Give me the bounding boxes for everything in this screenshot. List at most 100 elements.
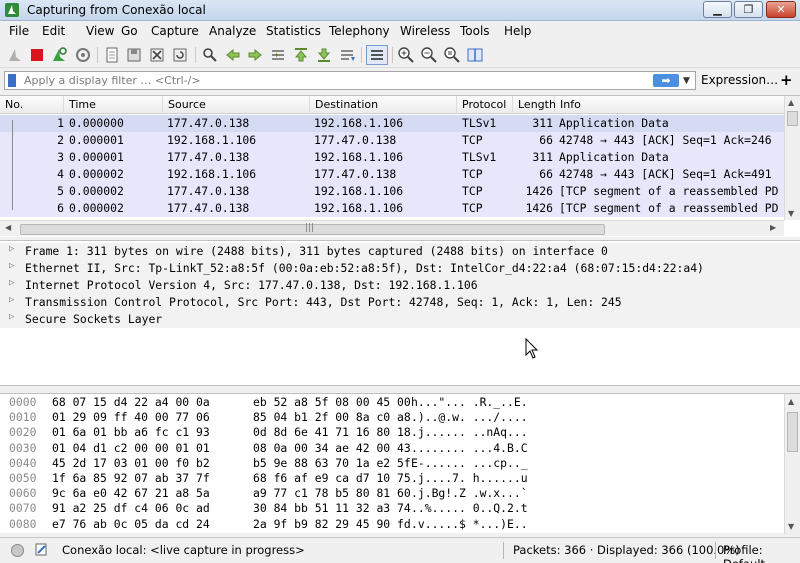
detail-tree-item[interactable]: ▷ Transmission Control Protocol, Src Port… <box>0 294 800 311</box>
packet-cell-src: 177.47.0.138 <box>167 184 250 198</box>
packet-list-hscrollbar[interactable]: ◀ ||| ▶ <box>0 220 784 236</box>
bookmark-icon[interactable] <box>8 74 16 87</box>
hex-dump-row[interactable]: 0000 68 07 15 d4 22 a4 00 0a eb 52 a8 5f 0… <box>0 395 784 410</box>
capture-status-text: Conexão local: <live capture in progress… <box>62 543 305 557</box>
detail-tree-label: Secure Sockets Layer <box>25 312 163 326</box>
packet-row[interactable]: 2 0.000001 192.168.1.106 177.47.0.138 TCP 66 4… <box>0 132 784 149</box>
hex-dump-row[interactable]: 0020 01 6a 01 bb a6 fc c1 93 0d 8d 6e 41 7… <box>0 425 784 440</box>
hex-dump-h2: 68 f6 af e9 ca d7 10 75 <box>253 471 411 485</box>
go-forward-icon[interactable] <box>246 46 264 64</box>
packet-cell-no: 6 <box>57 201 64 215</box>
hex-dump-h2: b5 9e 88 63 70 1a e2 5f <box>253 455 411 470</box>
column-header-protocol[interactable]: Protocol <box>457 96 513 114</box>
bytes-vscrollbar[interactable]: ▲ ▼ <box>784 394 800 534</box>
expand-arrow-icon[interactable]: ▷ <box>9 312 14 322</box>
packet-cell-proto: TCP <box>462 133 483 147</box>
expression-button[interactable]: Expression… <box>701 73 778 87</box>
hscroll-thumb[interactable]: ||| <box>20 223 605 235</box>
packet-row[interactable]: 4 0.000002 192.168.1.106 177.47.0.138 TCP 66 4… <box>0 166 784 183</box>
expand-arrow-icon[interactable]: ▷ <box>9 278 14 288</box>
expand-arrow-icon[interactable]: ▷ <box>9 261 14 271</box>
profile-text[interactable]: Profile: Default <box>723 543 800 563</box>
conversation-tree-line <box>12 120 13 210</box>
packet-row[interactable]: 5 0.000002 177.47.0.138 192.168.1.106 TCP 142… <box>0 183 784 200</box>
chevron-down-icon[interactable]: ▼ <box>683 76 690 86</box>
colorize-icon[interactable] <box>366 45 388 65</box>
hex-dump-h2: 85 04 b1 2f 00 8a c0 a8 <box>253 410 411 425</box>
column-header-destination[interactable]: Destination <box>310 96 457 114</box>
column-header-no[interactable]: No. <box>0 96 64 114</box>
packet-cell-no: 3 <box>57 150 64 164</box>
shark-fin-start-icon[interactable] <box>6 46 24 64</box>
menu-go[interactable]: Go <box>121 24 138 38</box>
capture-comment-icon[interactable] <box>34 542 49 557</box>
column-header-source[interactable]: Source <box>163 96 310 114</box>
go-last-icon[interactable] <box>315 46 333 64</box>
menu-analyze[interactable]: Analyze <box>209 24 256 38</box>
packet-row[interactable]: 6 0.000002 177.47.0.138 192.168.1.106 TCP 142… <box>0 200 784 217</box>
column-header-time[interactable]: Time <box>64 96 163 114</box>
zoom-out-icon[interactable] <box>420 46 438 64</box>
packet-cell-proto: TCP <box>462 184 483 198</box>
hex-dump-row[interactable]: 0030 01 04 d1 c2 00 00 01 01 08 0a 00 34 a… <box>0 441 784 456</box>
go-to-packet-icon[interactable] <box>269 46 287 64</box>
display-filter-input[interactable]: Apply a display filter … <Ctrl-/> ➡ ▼ <box>4 71 696 90</box>
open-file-icon[interactable] <box>103 46 121 64</box>
detail-tree-item[interactable]: ▷ Secure Sockets Layer <box>0 311 800 328</box>
detail-tree-label: Transmission Control Protocol, Src Port:… <box>25 295 622 309</box>
detail-tree-item[interactable]: ▷ Frame 1: 311 bytes on wire (2488 bits),… <box>0 243 800 260</box>
autoscroll-icon[interactable] <box>338 46 356 64</box>
packet-row[interactable]: 1 0.000000 177.47.0.138 192.168.1.106 TLSv1 3… <box>0 115 784 132</box>
menu-view[interactable]: View <box>86 24 114 38</box>
reload-icon[interactable] <box>171 46 189 64</box>
hex-dump-h1: 91 a2 25 df c4 06 0c ad <box>52 501 210 516</box>
zoom-normal-icon[interactable] <box>443 46 461 64</box>
column-header-info[interactable]: Info <box>555 96 784 114</box>
close-file-icon[interactable] <box>148 46 166 64</box>
restart-icon[interactable] <box>50 46 68 64</box>
maximize-button[interactable]: ❐ <box>734 1 763 18</box>
menu-wireless[interactable]: Wireless <box>400 24 450 38</box>
packet-list: No. Time Source Destination Protocol Len… <box>0 95 800 237</box>
hex-dump-row[interactable]: 0060 9c 6a e0 42 67 21 a8 5a a9 77 c1 78 b… <box>0 486 784 501</box>
menu-capture[interactable]: Capture <box>151 24 199 38</box>
stop-icon[interactable] <box>28 46 46 64</box>
detail-tree-item[interactable]: ▷ Ethernet II, Src: Tp-LinkT_52:a8:5f (00… <box>0 260 800 277</box>
menu-edit[interactable]: Edit <box>42 24 65 38</box>
hex-dump-row[interactable]: 0040 45 2d 17 03 01 00 f0 b2 b5 9e 88 63 7… <box>0 456 784 471</box>
add-filter-button[interactable]: + <box>780 71 793 89</box>
menu-tools[interactable]: Tools <box>460 24 490 38</box>
packet-cell-len: 66 <box>539 133 553 147</box>
menu-file[interactable]: File <box>9 24 29 38</box>
status-bar: Conexão local: <live capture in progress… <box>0 537 800 563</box>
hex-dump-asc: ..%..... 0..Q.2.t <box>411 501 528 516</box>
packet-list-vscrollbar[interactable]: ▲ ▼ <box>784 96 800 220</box>
hex-dump-asc: .)..@.w. .../.... <box>411 410 528 425</box>
packet-cell-time: 0.000002 <box>69 167 124 181</box>
hex-dump-row[interactable]: 0070 91 a2 25 df c4 06 0c ad 30 84 bb 51 1… <box>0 501 784 516</box>
hex-dump-row[interactable]: 0080 e7 76 ab 0c 05 da cd 24 2a 9f b9 82 2… <box>0 517 784 532</box>
expert-info-icon[interactable] <box>10 543 25 558</box>
save-file-icon[interactable] <box>125 46 143 64</box>
menu-telephony[interactable]: Telephony <box>329 24 390 38</box>
find-icon[interactable] <box>201 46 219 64</box>
packet-cell-dst: 192.168.1.106 <box>314 116 404 130</box>
detail-tree-item[interactable]: ▷ Internet Protocol Version 4, Src: 177.4… <box>0 277 800 294</box>
hex-dump-row[interactable]: 0050 1f 6a 85 92 07 ab 37 7f 68 f6 af e9 c… <box>0 471 784 486</box>
zoom-in-icon[interactable] <box>397 46 415 64</box>
apply-filter-button[interactable]: ➡ <box>653 74 679 87</box>
menu-help[interactable]: Help <box>504 24 531 38</box>
go-first-icon[interactable] <box>292 46 310 64</box>
resize-columns-icon[interactable] <box>466 46 484 64</box>
column-header-length[interactable]: Length <box>513 96 556 114</box>
capture-options-icon[interactable] <box>74 46 92 64</box>
hex-dump-row[interactable]: 0010 01 29 09 ff 40 00 77 06 85 04 b1 2f 0… <box>0 410 784 425</box>
close-window-button[interactable]: ✕ <box>766 1 796 18</box>
minimize-button[interactable]: ▁ <box>703 1 732 18</box>
packets-count-text: Packets: 366 · Displayed: 366 (100.0%) <box>513 543 740 557</box>
menu-statistics[interactable]: Statistics <box>266 24 321 38</box>
expand-arrow-icon[interactable]: ▷ <box>9 295 14 305</box>
expand-arrow-icon[interactable]: ▷ <box>9 244 14 254</box>
go-back-icon[interactable] <box>224 46 242 64</box>
packet-row[interactable]: 3 0.000001 177.47.0.138 192.168.1.106 TLSv1 3… <box>0 149 784 166</box>
